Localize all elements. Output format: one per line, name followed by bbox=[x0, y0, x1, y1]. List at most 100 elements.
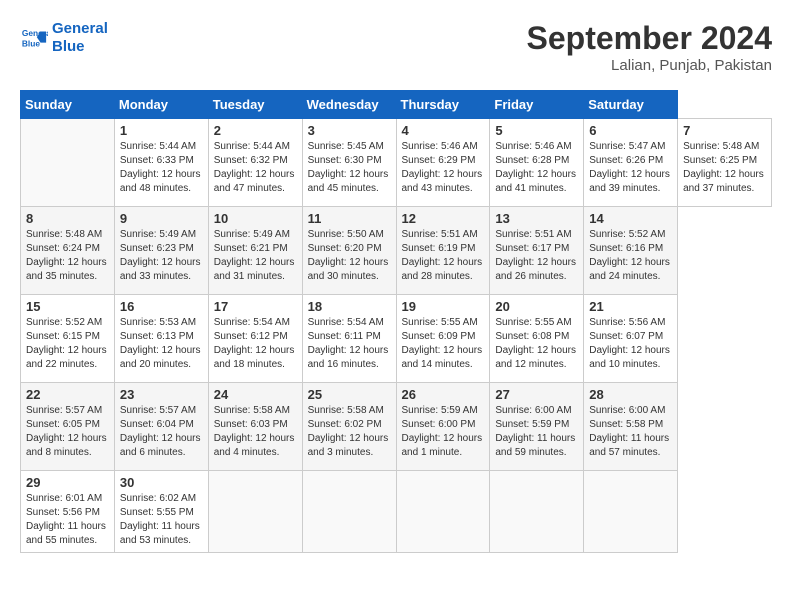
logo: General Blue General Blue bbox=[20, 20, 108, 56]
calendar-cell: 13 Sunrise: 5:51 AM Sunset: 6:17 PM Dayli… bbox=[490, 207, 584, 295]
day-number: 3 bbox=[308, 123, 391, 138]
calendar-cell bbox=[21, 119, 115, 207]
day-number: 11 bbox=[308, 211, 391, 226]
day-number: 21 bbox=[589, 299, 672, 314]
day-info: Sunrise: 6:02 AM Sunset: 5:55 PM Dayligh… bbox=[120, 492, 203, 548]
day-number: 19 bbox=[402, 299, 485, 314]
day-info: Sunrise: 5:47 AM Sunset: 6:26 PM Dayligh… bbox=[589, 140, 672, 196]
day-number: 30 bbox=[120, 475, 203, 490]
day-number: 1 bbox=[120, 123, 203, 138]
calendar-cell: 4 Sunrise: 5:46 AM Sunset: 6:29 PM Daylig… bbox=[396, 119, 490, 207]
weekday-header-friday: Friday bbox=[490, 91, 584, 119]
day-info: Sunrise: 5:48 AM Sunset: 6:24 PM Dayligh… bbox=[26, 228, 109, 284]
logo-general: General bbox=[52, 20, 108, 38]
day-info: Sunrise: 6:00 AM Sunset: 5:59 PM Dayligh… bbox=[495, 404, 578, 460]
day-number: 4 bbox=[402, 123, 485, 138]
weekday-header-saturday: Saturday bbox=[584, 91, 678, 119]
day-number: 27 bbox=[495, 387, 578, 402]
day-info: Sunrise: 5:56 AM Sunset: 6:07 PM Dayligh… bbox=[589, 316, 672, 372]
calendar-cell: 29 Sunrise: 6:01 AM Sunset: 5:56 PM Dayli… bbox=[21, 471, 115, 553]
calendar-cell: 15Sunrise: 5:52 AM Sunset: 6:15 PM Dayli… bbox=[21, 295, 115, 383]
day-number: 22 bbox=[26, 387, 109, 402]
day-number: 10 bbox=[214, 211, 297, 226]
day-info: Sunrise: 5:57 AM Sunset: 6:05 PM Dayligh… bbox=[26, 404, 109, 460]
day-info: Sunrise: 6:00 AM Sunset: 5:58 PM Dayligh… bbox=[589, 404, 672, 460]
calendar-cell: 3 Sunrise: 5:45 AM Sunset: 6:30 PM Daylig… bbox=[302, 119, 396, 207]
calendar-cell: 30 Sunrise: 6:02 AM Sunset: 5:55 PM Dayli… bbox=[114, 471, 208, 553]
day-number: 25 bbox=[308, 387, 391, 402]
day-info: Sunrise: 5:52 AM Sunset: 6:16 PM Dayligh… bbox=[589, 228, 672, 284]
day-info: Sunrise: 5:48 AM Sunset: 6:25 PM Dayligh… bbox=[683, 140, 766, 196]
day-info: Sunrise: 5:46 AM Sunset: 6:29 PM Dayligh… bbox=[402, 140, 485, 196]
calendar-cell: 11Sunrise: 5:50 AM Sunset: 6:20 PM Dayli… bbox=[302, 207, 396, 295]
title-area: September 2024 Lalian, Punjab, Pakistan bbox=[527, 20, 772, 74]
day-info: Sunrise: 5:59 AM Sunset: 6:00 PM Dayligh… bbox=[402, 404, 485, 460]
calendar-cell: 12 Sunrise: 5:51 AM Sunset: 6:19 PM Dayli… bbox=[396, 207, 490, 295]
calendar-cell bbox=[302, 471, 396, 553]
day-info: Sunrise: 5:57 AM Sunset: 6:04 PM Dayligh… bbox=[120, 404, 203, 460]
day-number: 2 bbox=[214, 123, 297, 138]
day-number: 12 bbox=[402, 211, 485, 226]
day-number: 5 bbox=[495, 123, 578, 138]
day-info: Sunrise: 5:49 AM Sunset: 6:21 PM Dayligh… bbox=[214, 228, 297, 284]
calendar-cell: 26Sunrise: 5:59 AM Sunset: 6:00 PM Dayli… bbox=[396, 383, 490, 471]
calendar-table: SundayMondayTuesdayWednesdayThursdayFrid… bbox=[20, 90, 772, 553]
day-info: Sunrise: 5:44 AM Sunset: 6:33 PM Dayligh… bbox=[120, 140, 203, 196]
day-number: 8 bbox=[26, 211, 109, 226]
calendar-cell: 16Sunrise: 5:53 AM Sunset: 6:13 PM Dayli… bbox=[114, 295, 208, 383]
calendar-body: 1 Sunrise: 5:44 AM Sunset: 6:33 PM Daylig… bbox=[21, 119, 772, 553]
calendar-cell: 25 Sunrise: 5:58 AM Sunset: 6:02 PM Dayli… bbox=[302, 383, 396, 471]
day-info: Sunrise: 6:01 AM Sunset: 5:56 PM Dayligh… bbox=[26, 492, 109, 548]
calendar-cell: 8 Sunrise: 5:48 AM Sunset: 6:24 PM Daylig… bbox=[21, 207, 115, 295]
month-title: September 2024 bbox=[527, 20, 772, 57]
calendar-cell: 14Sunrise: 5:52 AM Sunset: 6:16 PM Dayli… bbox=[584, 207, 678, 295]
page-header: General Blue General Blue September 2024… bbox=[20, 20, 772, 74]
calendar-cell: 27 Sunrise: 6:00 AM Sunset: 5:59 PM Dayli… bbox=[490, 383, 584, 471]
logo-icon: General Blue bbox=[20, 24, 48, 52]
day-info: Sunrise: 5:44 AM Sunset: 6:32 PM Dayligh… bbox=[214, 140, 297, 196]
logo-blue: Blue bbox=[52, 38, 108, 56]
calendar-week-row: 15Sunrise: 5:52 AM Sunset: 6:15 PM Dayli… bbox=[21, 295, 772, 383]
weekday-header-tuesday: Tuesday bbox=[208, 91, 302, 119]
calendar-week-row: 22 Sunrise: 5:57 AM Sunset: 6:05 PM Dayli… bbox=[21, 383, 772, 471]
day-info: Sunrise: 5:52 AM Sunset: 6:15 PM Dayligh… bbox=[26, 316, 109, 372]
calendar-cell: 22 Sunrise: 5:57 AM Sunset: 6:05 PM Dayli… bbox=[21, 383, 115, 471]
calendar-cell: 10 Sunrise: 5:49 AM Sunset: 6:21 PM Dayli… bbox=[208, 207, 302, 295]
day-number: 29 bbox=[26, 475, 109, 490]
calendar-cell: 24 Sunrise: 5:58 AM Sunset: 6:03 PM Dayli… bbox=[208, 383, 302, 471]
calendar-cell bbox=[584, 471, 678, 553]
weekday-header-thursday: Thursday bbox=[396, 91, 490, 119]
day-info: Sunrise: 5:54 AM Sunset: 6:12 PM Dayligh… bbox=[214, 316, 297, 372]
calendar-week-row: 29 Sunrise: 6:01 AM Sunset: 5:56 PM Dayli… bbox=[21, 471, 772, 553]
day-number: 6 bbox=[589, 123, 672, 138]
calendar-cell: 2 Sunrise: 5:44 AM Sunset: 6:32 PM Daylig… bbox=[208, 119, 302, 207]
day-number: 24 bbox=[214, 387, 297, 402]
weekday-header-monday: Monday bbox=[114, 91, 208, 119]
weekday-header-wednesday: Wednesday bbox=[302, 91, 396, 119]
day-info: Sunrise: 5:51 AM Sunset: 6:19 PM Dayligh… bbox=[402, 228, 485, 284]
day-number: 20 bbox=[495, 299, 578, 314]
day-number: 7 bbox=[683, 123, 766, 138]
day-info: Sunrise: 5:45 AM Sunset: 6:30 PM Dayligh… bbox=[308, 140, 391, 196]
day-number: 16 bbox=[120, 299, 203, 314]
day-info: Sunrise: 5:58 AM Sunset: 6:03 PM Dayligh… bbox=[214, 404, 297, 460]
day-info: Sunrise: 5:51 AM Sunset: 6:17 PM Dayligh… bbox=[495, 228, 578, 284]
calendar-cell: 21 Sunrise: 5:56 AM Sunset: 6:07 PM Dayli… bbox=[584, 295, 678, 383]
day-number: 28 bbox=[589, 387, 672, 402]
calendar-cell bbox=[490, 471, 584, 553]
day-info: Sunrise: 5:58 AM Sunset: 6:02 PM Dayligh… bbox=[308, 404, 391, 460]
day-number: 18 bbox=[308, 299, 391, 314]
day-number: 23 bbox=[120, 387, 203, 402]
calendar-cell: 20Sunrise: 5:55 AM Sunset: 6:08 PM Dayli… bbox=[490, 295, 584, 383]
calendar-cell: 7 Sunrise: 5:48 AM Sunset: 6:25 PM Daylig… bbox=[678, 119, 772, 207]
calendar-cell: 28 Sunrise: 6:00 AM Sunset: 5:58 PM Dayli… bbox=[584, 383, 678, 471]
calendar-header-row: SundayMondayTuesdayWednesdayThursdayFrid… bbox=[21, 91, 772, 119]
weekday-header-sunday: Sunday bbox=[21, 91, 115, 119]
calendar-week-row: 8 Sunrise: 5:48 AM Sunset: 6:24 PM Daylig… bbox=[21, 207, 772, 295]
calendar-cell: 1 Sunrise: 5:44 AM Sunset: 6:33 PM Daylig… bbox=[114, 119, 208, 207]
day-info: Sunrise: 5:49 AM Sunset: 6:23 PM Dayligh… bbox=[120, 228, 203, 284]
calendar-week-row: 1 Sunrise: 5:44 AM Sunset: 6:33 PM Daylig… bbox=[21, 119, 772, 207]
calendar-cell: 19Sunrise: 5:55 AM Sunset: 6:09 PM Dayli… bbox=[396, 295, 490, 383]
calendar-cell: 6 Sunrise: 5:47 AM Sunset: 6:26 PM Daylig… bbox=[584, 119, 678, 207]
day-number: 13 bbox=[495, 211, 578, 226]
